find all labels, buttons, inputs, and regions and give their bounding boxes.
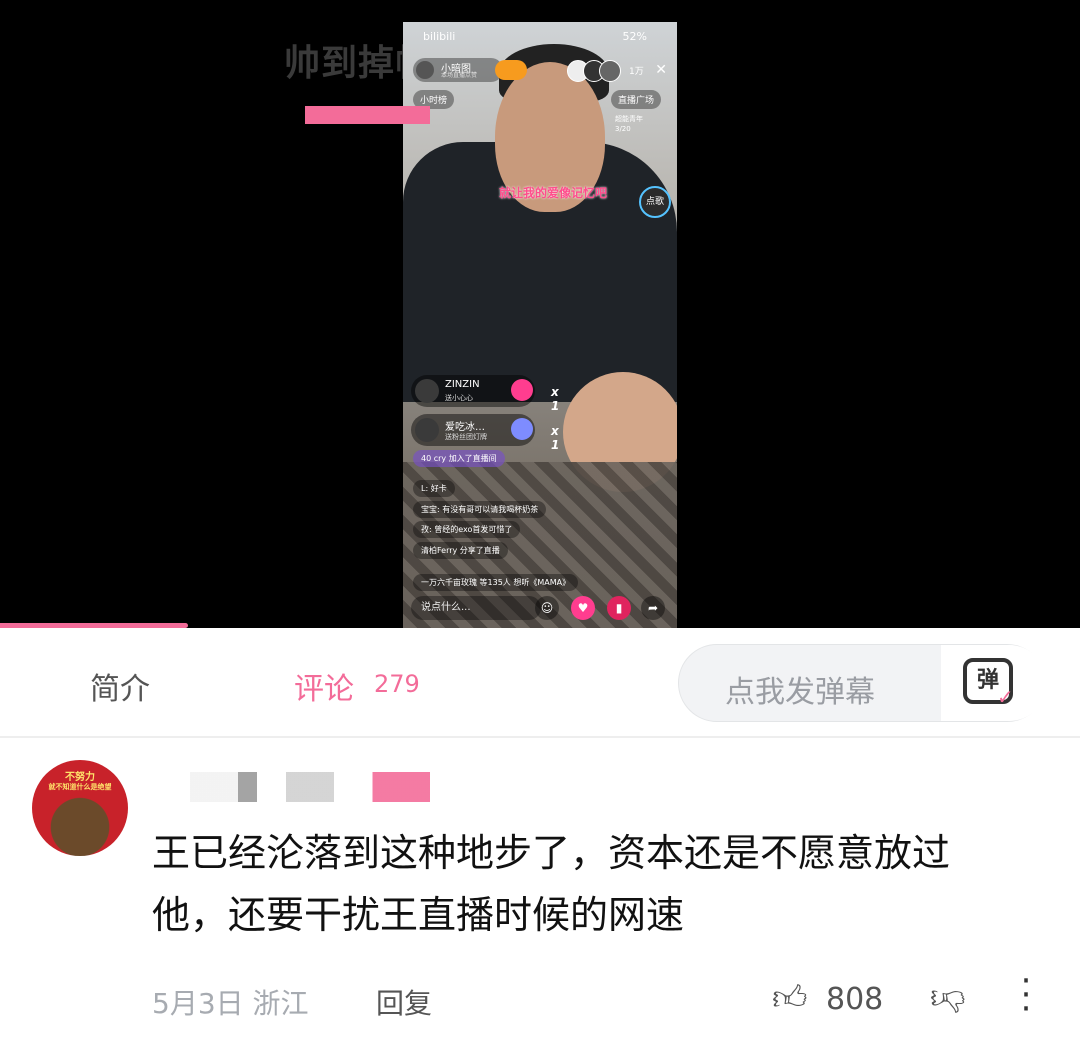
more-vertical-icon[interactable]: · · · — [1016, 964, 1036, 1026]
gift-count: x 1 — [551, 385, 560, 413]
lyric-text: 就让我的爱像记忆吧 — [499, 186, 608, 200]
viewer-count: 1万 — [629, 67, 644, 77]
avatar-text: 就不知道什么是绝望 — [48, 783, 112, 791]
tab-intro[interactable]: 简介 — [90, 664, 150, 708]
gift-count: x 1 — [551, 424, 560, 452]
like-count: 808 — [826, 982, 884, 1017]
song-ticker: 一万六千亩玫瑰 等135人 想听《MAMA》 — [413, 574, 579, 591]
host-avatar — [416, 61, 434, 79]
follow-button[interactable] — [495, 60, 527, 80]
gift-desc: 送粉丝团灯牌 — [445, 433, 487, 441]
viewer-avatar — [599, 60, 621, 82]
avatar-text: 不努力 — [65, 772, 95, 783]
rank-line: 超能青年 — [615, 115, 643, 123]
gift-desc: 送小心心 — [445, 394, 473, 402]
avatar[interactable]: 不努力 就不知道什么是绝望 — [32, 760, 128, 856]
gift-sender: 爱吃冰… — [445, 422, 485, 433]
close-icon[interactable]: ✕ — [655, 62, 667, 78]
chat-message: 孜: 曾经的exo首发可惜了 — [413, 521, 521, 538]
gift-notice: 爱吃冰… 送粉丝团灯牌 x 1 — [411, 414, 559, 452]
gift-notice: ZINZIN 送小心心 x 1 — [411, 375, 559, 413]
chat-message: L: 好卡 — [413, 480, 455, 497]
danmaku-placeholder: 点我发弹幕 — [725, 675, 875, 710]
check-icon: ✓ — [997, 685, 1014, 709]
chat-message: 40 cry 加入了直播间 — [413, 450, 505, 467]
live-stream-frame: bilibili 52% 小暗图 本场直播点赞 1万 ✕ 小时榜 直播广场 超能… — [403, 22, 677, 628]
phone-status: 52% — [622, 30, 647, 43]
reply-button[interactable]: 回复 — [376, 982, 432, 1022]
tab-bar: 简介 评论 279 点我发弹幕 弹 ✓ — [0, 628, 1080, 736]
comment-count: 279 — [374, 670, 420, 698]
video-player[interactable]: 帅到掉帧 bilibili 52% 小暗图 本场直播点赞 1万 ✕ 小时榜 直播… — [0, 0, 1080, 628]
rank-line: 3/20 — [615, 125, 631, 133]
comment-date: 5月3日 浙江 — [152, 987, 309, 1020]
avatar — [415, 379, 439, 403]
username-redacted[interactable] — [190, 772, 430, 802]
app-logo: bilibili — [423, 30, 456, 43]
thumbs-up-icon[interactable]: 👍︎ — [772, 978, 808, 1019]
host-info[interactable]: 小暗图 本场直播点赞 — [413, 58, 503, 82]
comment-item: 不努力 就不知道什么是绝望 王已经沦落到这种地步了，资本还是不愿意放过他，还要干… — [0, 738, 1080, 1041]
gift-box-icon[interactable]: ▮ — [607, 596, 631, 620]
heart-gift-icon — [511, 379, 533, 401]
badge-gift-icon — [511, 418, 533, 440]
chat-message: 宝宝: 有没有哥可以请我喝杯奶茶 — [413, 501, 547, 518]
viewer-avatars — [567, 60, 621, 82]
share-icon[interactable]: ➦ — [641, 596, 665, 620]
danmaku-input[interactable]: 点我发弹幕 弹 ✓ — [678, 644, 1047, 722]
rank-info: 超能青年 3/20 — [615, 114, 643, 134]
chat-input[interactable]: 说点什么... — [411, 596, 541, 620]
comment-text: 王已经沦落到这种地步了，资本还是不愿意放过他，还要干扰王直播时候的网速 — [152, 831, 951, 937]
gift-sender: ZINZIN — [445, 379, 480, 390]
thumbs-down-icon[interactable]: 👍︎ — [930, 978, 966, 1019]
active-tab-indicator — [305, 106, 430, 124]
emoji-icon[interactable]: ☺ — [535, 596, 559, 620]
gift-icon[interactable]: ♥ — [571, 596, 595, 620]
song-request-button[interactable]: 点歌 — [639, 186, 671, 218]
chat-message: 清柏Ferry 分享了直播 — [413, 542, 508, 559]
avatar — [415, 418, 439, 442]
live-square-tag[interactable]: 直播广场 — [611, 90, 662, 109]
tab-comments[interactable]: 评论 — [294, 664, 354, 708]
host-subtitle: 本场直播点赞 — [441, 72, 478, 79]
